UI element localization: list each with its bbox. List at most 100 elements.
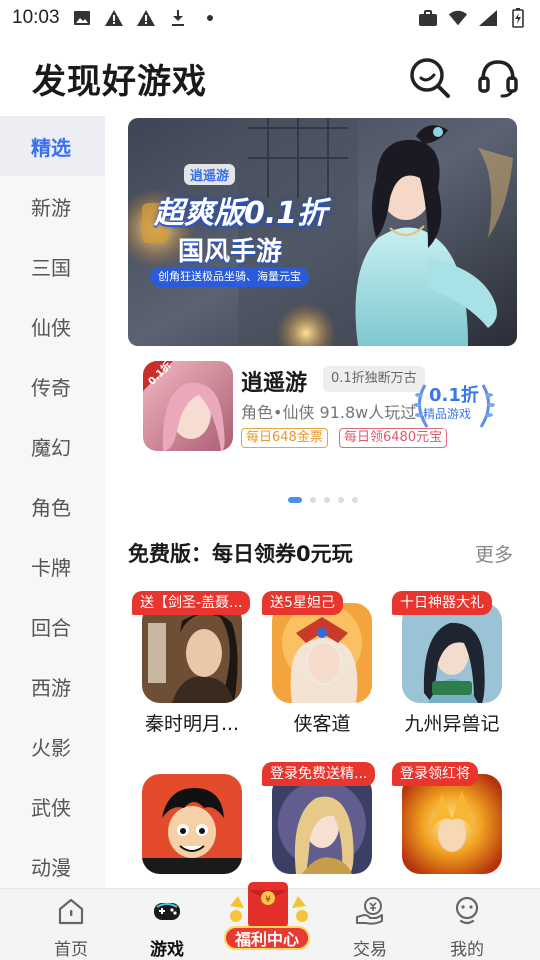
image-icon xyxy=(72,8,92,28)
banner-game-logo: 逍遥游 xyxy=(184,164,236,185)
game-name: 秦时明月... xyxy=(144,713,240,735)
battery-icon xyxy=(508,8,528,28)
game-icon xyxy=(272,603,372,703)
section-title: 免费版：每日领券0元玩 xyxy=(128,542,353,566)
sidebar-item-rpg[interactable]: 角色 xyxy=(0,476,105,536)
search-button[interactable] xyxy=(406,54,454,102)
sidebar-item-label: 三国 xyxy=(31,255,71,280)
game-name: 九州异兽记 xyxy=(404,713,500,735)
gift-ribbon: 登录免费送精... xyxy=(262,762,376,786)
game-icon xyxy=(402,603,502,703)
sidebar-item-xianxia[interactable]: 仙侠 xyxy=(0,296,105,356)
search-icon xyxy=(410,58,450,98)
status-bar: 10:03 xyxy=(0,0,540,36)
featured-game-card[interactable]: 0.1折 逍遥游 0.1折独断万古 角色•仙侠 91.8w人玩过 每日648金票… xyxy=(143,361,503,453)
gamepad-icon xyxy=(154,903,180,920)
game-tile[interactable]: 送【剑圣-盖聂... 秦时明月... xyxy=(132,591,262,741)
warning-icon xyxy=(136,8,156,28)
carousel-dot[interactable] xyxy=(352,497,358,503)
game-name: 侠客道 xyxy=(293,713,351,735)
gift-ribbon: 登录领红将 xyxy=(392,762,478,786)
carousel-indicator xyxy=(288,497,358,503)
carousel-dot[interactable] xyxy=(310,497,316,503)
page-title: 发现好游戏 xyxy=(32,62,207,102)
profile-icon xyxy=(455,896,479,925)
customer-service-button[interactable] xyxy=(474,54,522,102)
sidebar-item-label: 精选 xyxy=(31,135,71,160)
discount-label: 精品游戏 xyxy=(423,407,472,421)
nav-label: 首页 xyxy=(54,940,88,960)
sidebar-item-label: 新游 xyxy=(31,195,71,220)
nav-trade[interactable]: 交易 xyxy=(325,889,415,960)
sidebar-item-featured[interactable]: 精选 xyxy=(0,116,105,176)
warning-icon xyxy=(104,8,124,28)
download-icon xyxy=(168,8,188,28)
gift-ribbon: 送5星妲己 xyxy=(262,591,343,615)
sidebar-item-label: 魔幻 xyxy=(31,435,71,460)
sidebar-item-label: 武侠 xyxy=(31,795,71,820)
sidebar-item-legend[interactable]: 传奇 xyxy=(0,356,105,416)
game-tile[interactable]: 送5星妲己 侠客道 xyxy=(262,591,392,741)
svg-text:¥: ¥ xyxy=(265,895,271,905)
gift-ribbon: 送【剑圣-盖聂... xyxy=(132,591,251,615)
sidebar-item-label: 角色 xyxy=(31,495,71,520)
sidebar-item-label: 仙侠 xyxy=(31,315,71,340)
carousel-dot[interactable] xyxy=(338,497,344,503)
trade-icon xyxy=(356,897,383,925)
carousel-dot[interactable] xyxy=(324,497,330,503)
gift-ribbon: 十日神器大礼 xyxy=(392,591,492,615)
banner-tagline: 创角狂送极品坐骑、海量元宝 xyxy=(150,267,309,287)
briefcase-icon xyxy=(418,8,438,28)
sidebar-item-journey-west[interactable]: 西游 xyxy=(0,656,105,716)
game-tile[interactable]: 登录领红将 xyxy=(392,762,522,888)
wifi-icon xyxy=(448,8,468,28)
sidebar-item-card[interactable]: 卡牌 xyxy=(0,536,105,596)
game-tile[interactable]: 十日神器大礼 九州异兽记 xyxy=(392,591,522,741)
app-header: 发现好游戏 xyxy=(0,40,540,116)
main-content: 逍遥游 超爽版0.1折 国风手游 创角狂送极品坐骑、海量元宝 0.1折 逍遥游 … xyxy=(105,116,540,888)
sidebar-item-label: 卡牌 xyxy=(31,555,71,580)
nav-profile[interactable]: 我的 xyxy=(422,889,512,960)
sidebar-item-anime[interactable]: 动漫 xyxy=(0,836,105,888)
game-meta: 角色•仙侠 91.8w人玩过 xyxy=(241,403,417,422)
game-icon xyxy=(142,603,242,703)
sidebar-item-fantasy[interactable]: 魔幻 xyxy=(0,416,105,476)
game-icon xyxy=(272,774,372,874)
more-link[interactable]: 更多 xyxy=(475,540,513,567)
discount-seal: 0.1折 精品游戏 xyxy=(405,377,503,433)
status-time: 10:03 xyxy=(12,7,60,28)
sidebar-item-label: 传奇 xyxy=(31,375,71,400)
welfare-label: 福利中心 xyxy=(224,926,310,950)
banner-subtitle: 国风手游 xyxy=(178,237,283,267)
game-icon xyxy=(402,774,502,874)
nav-games[interactable]: 游戏 xyxy=(122,889,212,960)
signal-icon xyxy=(478,8,498,28)
nav-label: 游戏 xyxy=(150,940,184,960)
game-name: 逍遥游 xyxy=(241,371,308,396)
sidebar-item-new[interactable]: 新游 xyxy=(0,176,105,236)
sidebar-item-three-kingdoms[interactable]: 三国 xyxy=(0,236,105,296)
sidebar-item-label: 回合 xyxy=(31,615,71,640)
carousel-dot[interactable] xyxy=(288,497,302,503)
sidebar-item-label: 火影 xyxy=(31,735,71,760)
sidebar-item-naruto[interactable]: 火影 xyxy=(0,716,105,776)
welfare-center-button[interactable]: ¥ 福利中心 xyxy=(222,876,314,954)
banner-title: 超爽版0.1折 xyxy=(154,196,328,231)
sidebar-item-wuxia[interactable]: 武侠 xyxy=(0,776,105,836)
game-icon xyxy=(142,774,242,874)
headset-icon xyxy=(478,60,518,98)
sidebar-item-label: 西游 xyxy=(31,675,71,700)
nav-label: 我的 xyxy=(450,940,484,960)
home-icon xyxy=(58,898,84,925)
game-icon: 0.1折 xyxy=(143,361,233,451)
promo-banner[interactable]: 逍遥游 超爽版0.1折 国风手游 创角狂送极品坐骑、海量元宝 xyxy=(128,118,517,346)
game-tile[interactable]: 登录免费送精... xyxy=(262,762,392,888)
dot-icon xyxy=(200,8,220,28)
game-perk-badge: 每日648金票 xyxy=(241,428,328,448)
game-tile[interactable] xyxy=(132,762,262,888)
sidebar-item-turn-based[interactable]: 回合 xyxy=(0,596,105,656)
category-sidebar: 精选 新游 三国 仙侠 传奇 魔幻 角色 卡牌 回合 西游 火影 武侠 动漫 xyxy=(0,116,105,888)
nav-home[interactable]: 首页 xyxy=(26,889,116,960)
nav-label: 交易 xyxy=(353,940,387,960)
discount-value: 0.1折 xyxy=(429,385,479,406)
